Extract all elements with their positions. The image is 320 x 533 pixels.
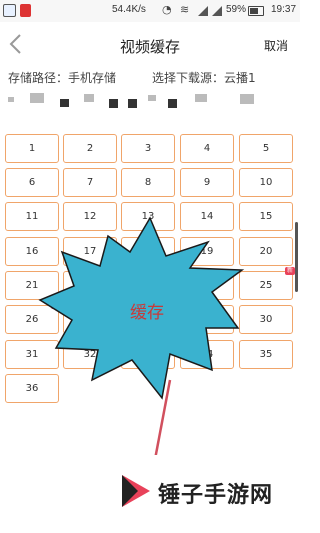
episode-button-23[interactable]: 23: [121, 271, 175, 300]
status-bar: 54.4K/s ◔ ≋ 59% 19:37: [0, 0, 300, 22]
episode-button-3[interactable]: 3: [121, 134, 175, 163]
app-header: 视频缓存 取消: [0, 22, 300, 66]
download-source-label[interactable]: 选择下载源：云播1: [152, 69, 256, 86]
episode-number: 7: [86, 177, 94, 188]
episode-button-30[interactable]: 30: [239, 305, 293, 334]
episode-number: 6: [28, 177, 36, 188]
episode-number: 23: [141, 280, 155, 291]
episode-number: 15: [259, 211, 273, 222]
new-badge: 新: [284, 267, 295, 275]
episode-button-29[interactable]: 29: [180, 305, 234, 334]
episode-button-12[interactable]: 12: [63, 202, 117, 231]
episode-number: 20: [259, 246, 273, 257]
episode-button-21[interactable]: 21: [5, 271, 59, 300]
episode-button-14[interactable]: 14: [180, 202, 234, 231]
episode-button-20[interactable]: 20: [239, 237, 293, 266]
episode-button-6[interactable]: 6: [5, 168, 59, 197]
episode-number: 17: [83, 246, 97, 257]
episode-number: 30: [259, 314, 273, 325]
episode-number: 35: [259, 349, 273, 360]
episode-button-15[interactable]: 15: [239, 202, 293, 231]
episode-number: 13: [141, 211, 155, 222]
battery-percent: 59%: [226, 4, 247, 15]
episode-number: 3: [144, 143, 152, 154]
episode-button-32[interactable]: 32: [63, 340, 117, 369]
episode-button-1[interactable]: 1: [5, 134, 59, 163]
episode-button-2[interactable]: 2: [63, 134, 117, 163]
wifi-icon: ≋: [180, 3, 190, 16]
annotation-label: 缓存: [130, 303, 164, 323]
episode-number: 32: [83, 349, 97, 360]
episode-number: 5: [262, 143, 270, 154]
episode-button-34[interactable]: 34: [180, 340, 234, 369]
episode-number: 34: [200, 349, 214, 360]
episode-button-33[interactable]: 33: [121, 340, 175, 369]
episode-button-11[interactable]: 11: [5, 202, 59, 231]
episode-button-9[interactable]: 9: [180, 168, 234, 197]
battery-icon: [248, 6, 264, 16]
episode-number: 33: [141, 349, 155, 360]
episode-number: 24: [200, 280, 214, 291]
episode-number: 22: [83, 280, 97, 291]
episode-button-26[interactable]: 26 新: [5, 301, 61, 334]
network-speed: 54.4K/s: [112, 4, 146, 15]
episode-number: 31: [25, 349, 39, 360]
episode-button-35[interactable]: 35: [239, 340, 293, 369]
new-badge: 新: [50, 301, 61, 309]
episode-button-19[interactable]: 19: [180, 237, 234, 266]
episode-button-4[interactable]: 4: [180, 134, 234, 163]
episode-button-17[interactable]: 17: [63, 237, 117, 266]
episode-number: 16: [25, 246, 39, 257]
signal-icon-2: [212, 6, 222, 16]
episode-button-16[interactable]: 16: [5, 237, 59, 266]
episode-number: 27: [83, 314, 97, 325]
episode-number: 8: [144, 177, 152, 188]
episode-number: 29: [200, 314, 214, 325]
episode-number: 21: [25, 280, 39, 291]
episode-number: 36: [25, 383, 39, 394]
episode-button-22[interactable]: 22: [63, 271, 117, 300]
cancel-button[interactable]: 取消: [264, 37, 288, 54]
episode-button-31[interactable]: 31: [5, 340, 59, 369]
scrollbar[interactable]: [295, 222, 298, 292]
info-row: 存储路径：手机存储 选择下载源：云播1: [0, 66, 300, 86]
episode-button-8[interactable]: 8: [121, 168, 175, 197]
clock-icon: ◔: [162, 3, 172, 16]
episode-number: 26: [25, 314, 39, 325]
watermark-logo-icon: [122, 475, 150, 507]
episode-button-10[interactable]: 10: [239, 168, 293, 197]
storage-path-label[interactable]: 存储路径：手机存储: [8, 69, 116, 86]
episode-number: 14: [200, 211, 214, 222]
episode-button-27[interactable]: 27: [63, 305, 117, 334]
episode-button-36[interactable]: 36: [5, 374, 59, 403]
signal-icon: [198, 6, 208, 16]
episode-number: 2: [86, 143, 94, 154]
watermark: 锤子手游网: [100, 455, 300, 533]
notification-app-icon-2: [20, 4, 31, 17]
episode-button-5[interactable]: 5: [239, 134, 293, 163]
clock-time: 19:37: [271, 4, 297, 15]
episode-number: 9: [203, 177, 211, 188]
page-title: 视频缓存: [119, 38, 180, 56]
episode-button-7[interactable]: 7: [63, 168, 117, 197]
episode-number: 1: [28, 143, 36, 154]
notification-app-icon: [3, 4, 16, 17]
episode-number: 12: [83, 211, 97, 222]
episode-number: 18: [141, 246, 155, 257]
episode-button-24[interactable]: 24: [180, 271, 234, 300]
episode-number: 4: [203, 143, 211, 154]
episode-button-13[interactable]: 13: [121, 202, 175, 231]
watermark-text: 锤子手游网: [158, 483, 274, 508]
episode-button-25[interactable]: 25 新: [239, 267, 295, 300]
episode-number: 10: [259, 177, 273, 188]
episode-number: 11: [25, 211, 39, 222]
episode-number: 19: [200, 246, 214, 257]
episode-button-18[interactable]: 18: [121, 237, 175, 266]
episode-number: 25: [259, 280, 273, 291]
